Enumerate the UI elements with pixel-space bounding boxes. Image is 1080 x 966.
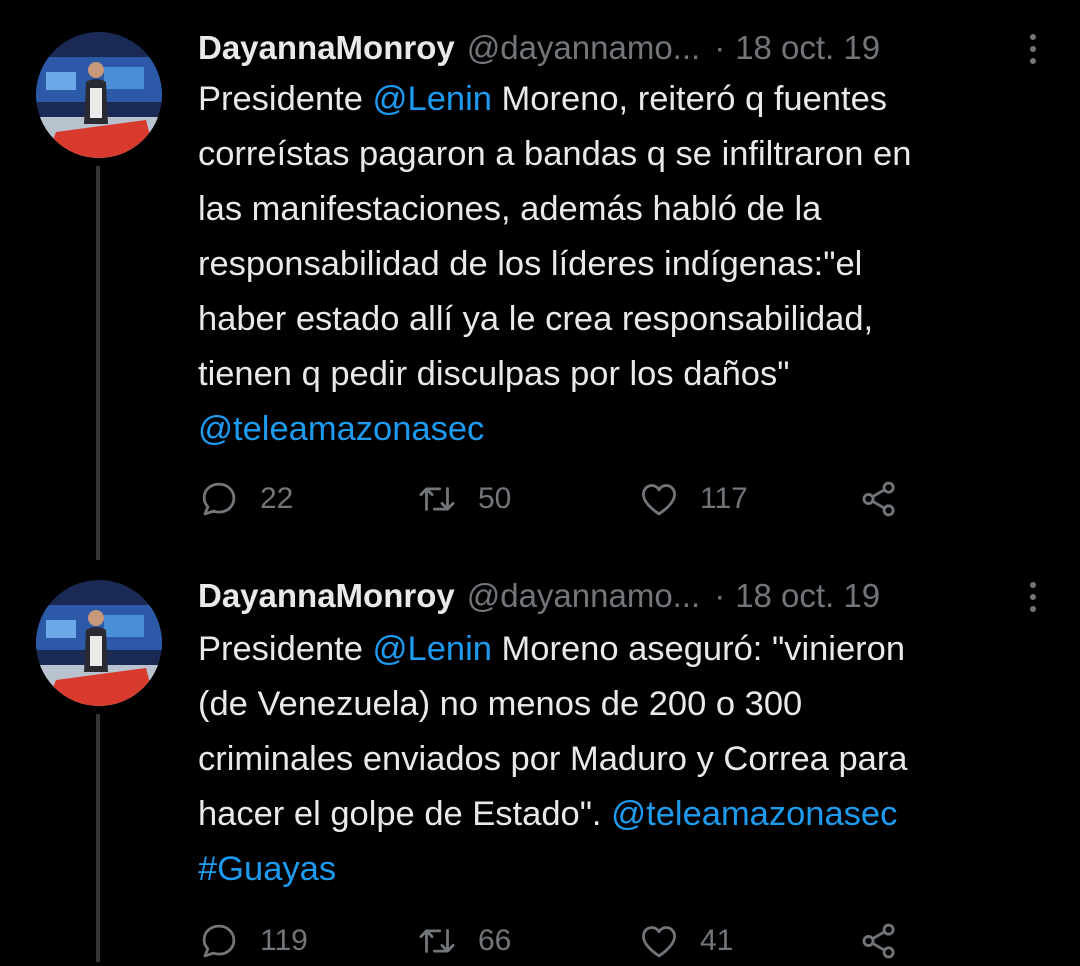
share-icon: [862, 481, 895, 517]
like-button[interactable]: 117: [638, 474, 748, 524]
more-vertical-icon[interactable]: [1026, 580, 1040, 614]
reply-icon: [202, 482, 236, 516]
tweet-actions: 119 66 41: [198, 916, 1080, 966]
tweet-text-line: @teleamazonasec: [198, 402, 1048, 457]
tweet-text-line: (de Venezuela) no menos de 200 o 300: [198, 685, 803, 723]
mention-teleamazonasec-link[interactable]: @teleamazonasec: [198, 410, 484, 448]
reply-count: 22: [260, 482, 294, 515]
tweet-text-line: haber estado allí ya le crea responsabil…: [198, 300, 874, 338]
tweet-date[interactable]: 18 oct. 19: [735, 29, 880, 67]
tweet[interactable]: DayannaMonroy @dayannamo... · 18 oct. 19…: [0, 560, 1080, 962]
retweet-count: 50: [478, 482, 512, 515]
mention-lenin-link[interactable]: @Lenin: [373, 80, 492, 118]
more-vertical-icon[interactable]: [1026, 32, 1040, 66]
avatar[interactable]: [36, 32, 162, 158]
hashtag-guayas-link[interactable]: #Guayas: [198, 850, 336, 888]
share-button[interactable]: [858, 916, 900, 966]
tweet-text-line: criminales enviados por Maduro y Correa …: [198, 740, 908, 778]
like-count: 41: [700, 924, 734, 957]
tweet[interactable]: DayannaMonroy @dayannamo... · 18 oct. 19…: [0, 0, 1080, 560]
tweet-text-line: tienen q pedir disculpas por los daños": [198, 355, 790, 393]
text-segment: Presidente: [198, 630, 373, 668]
retweet-button[interactable]: 66: [416, 916, 511, 966]
tweet-actions: 22 50 117: [198, 474, 1080, 524]
tweet-text-line: Presidente @Lenin Moreno, reiteró q fuen…: [198, 72, 1048, 127]
tweet-text-line: responsabilidad de los líderes indígenas…: [198, 245, 863, 283]
text-segment: Moreno, reiteró q fuentes: [491, 80, 888, 118]
mention-lenin-link[interactable]: @Lenin: [373, 630, 492, 668]
author-handle[interactable]: @dayannamo...: [467, 29, 700, 67]
tweet-text: Presidente @Lenin Moreno, reiteró q fuen…: [198, 72, 1048, 457]
avatar[interactable]: [36, 580, 162, 706]
share-button[interactable]: [858, 474, 900, 524]
author-name[interactable]: DayannaMonroy: [198, 577, 455, 615]
reply-icon: [202, 924, 236, 958]
tweet-text-line: las manifestaciones, además habló de la: [198, 190, 822, 228]
tweet-header: DayannaMonroy @dayannamo... · 18 oct. 19: [198, 574, 1040, 618]
retweet-button[interactable]: 50: [416, 474, 511, 524]
retweet-count: 66: [478, 924, 512, 957]
reply-button[interactable]: 22: [198, 474, 293, 524]
retweet-icon: [419, 487, 455, 511]
tweet-text-line: hacer el golpe de Estado". @teleamazonas…: [198, 787, 1048, 842]
tweet-text-line: Presidente @Lenin Moreno aseguró: "vinie…: [198, 622, 1048, 677]
retweet-icon: [419, 929, 455, 953]
separator-dot: ·: [714, 29, 726, 66]
thread-line: [96, 166, 100, 560]
tweet-text-line: correístas pagaron a bandas q se infiltr…: [198, 135, 912, 173]
thread-line: [96, 714, 100, 962]
reply-button[interactable]: 119: [198, 916, 308, 966]
tweet-text-line: #Guayas: [198, 842, 1048, 897]
author-name[interactable]: DayannaMonroy: [198, 29, 455, 67]
text-segment: Moreno aseguró: "vinieron: [491, 630, 906, 668]
avatar-image: [36, 580, 162, 706]
tweet-text: Presidente @Lenin Moreno aseguró: "vinie…: [198, 622, 1048, 897]
separator-dot: ·: [714, 577, 726, 614]
tweet-date[interactable]: 18 oct. 19: [735, 577, 880, 615]
text-segment: hacer el golpe de Estado".: [198, 795, 612, 833]
tweet-header: DayannaMonroy @dayannamo... · 18 oct. 19: [198, 26, 1040, 70]
text-segment: Presidente: [198, 80, 373, 118]
avatar-image: [36, 32, 162, 158]
like-button[interactable]: 41: [638, 916, 733, 966]
heart-icon: [642, 926, 676, 958]
author-handle[interactable]: @dayannamo...: [467, 577, 700, 615]
share-icon: [862, 923, 895, 959]
reply-count: 119: [260, 924, 308, 957]
heart-icon: [642, 484, 676, 516]
like-count: 117: [700, 482, 748, 515]
mention-teleamazonasec-link[interactable]: @teleamazonasec: [611, 795, 897, 833]
